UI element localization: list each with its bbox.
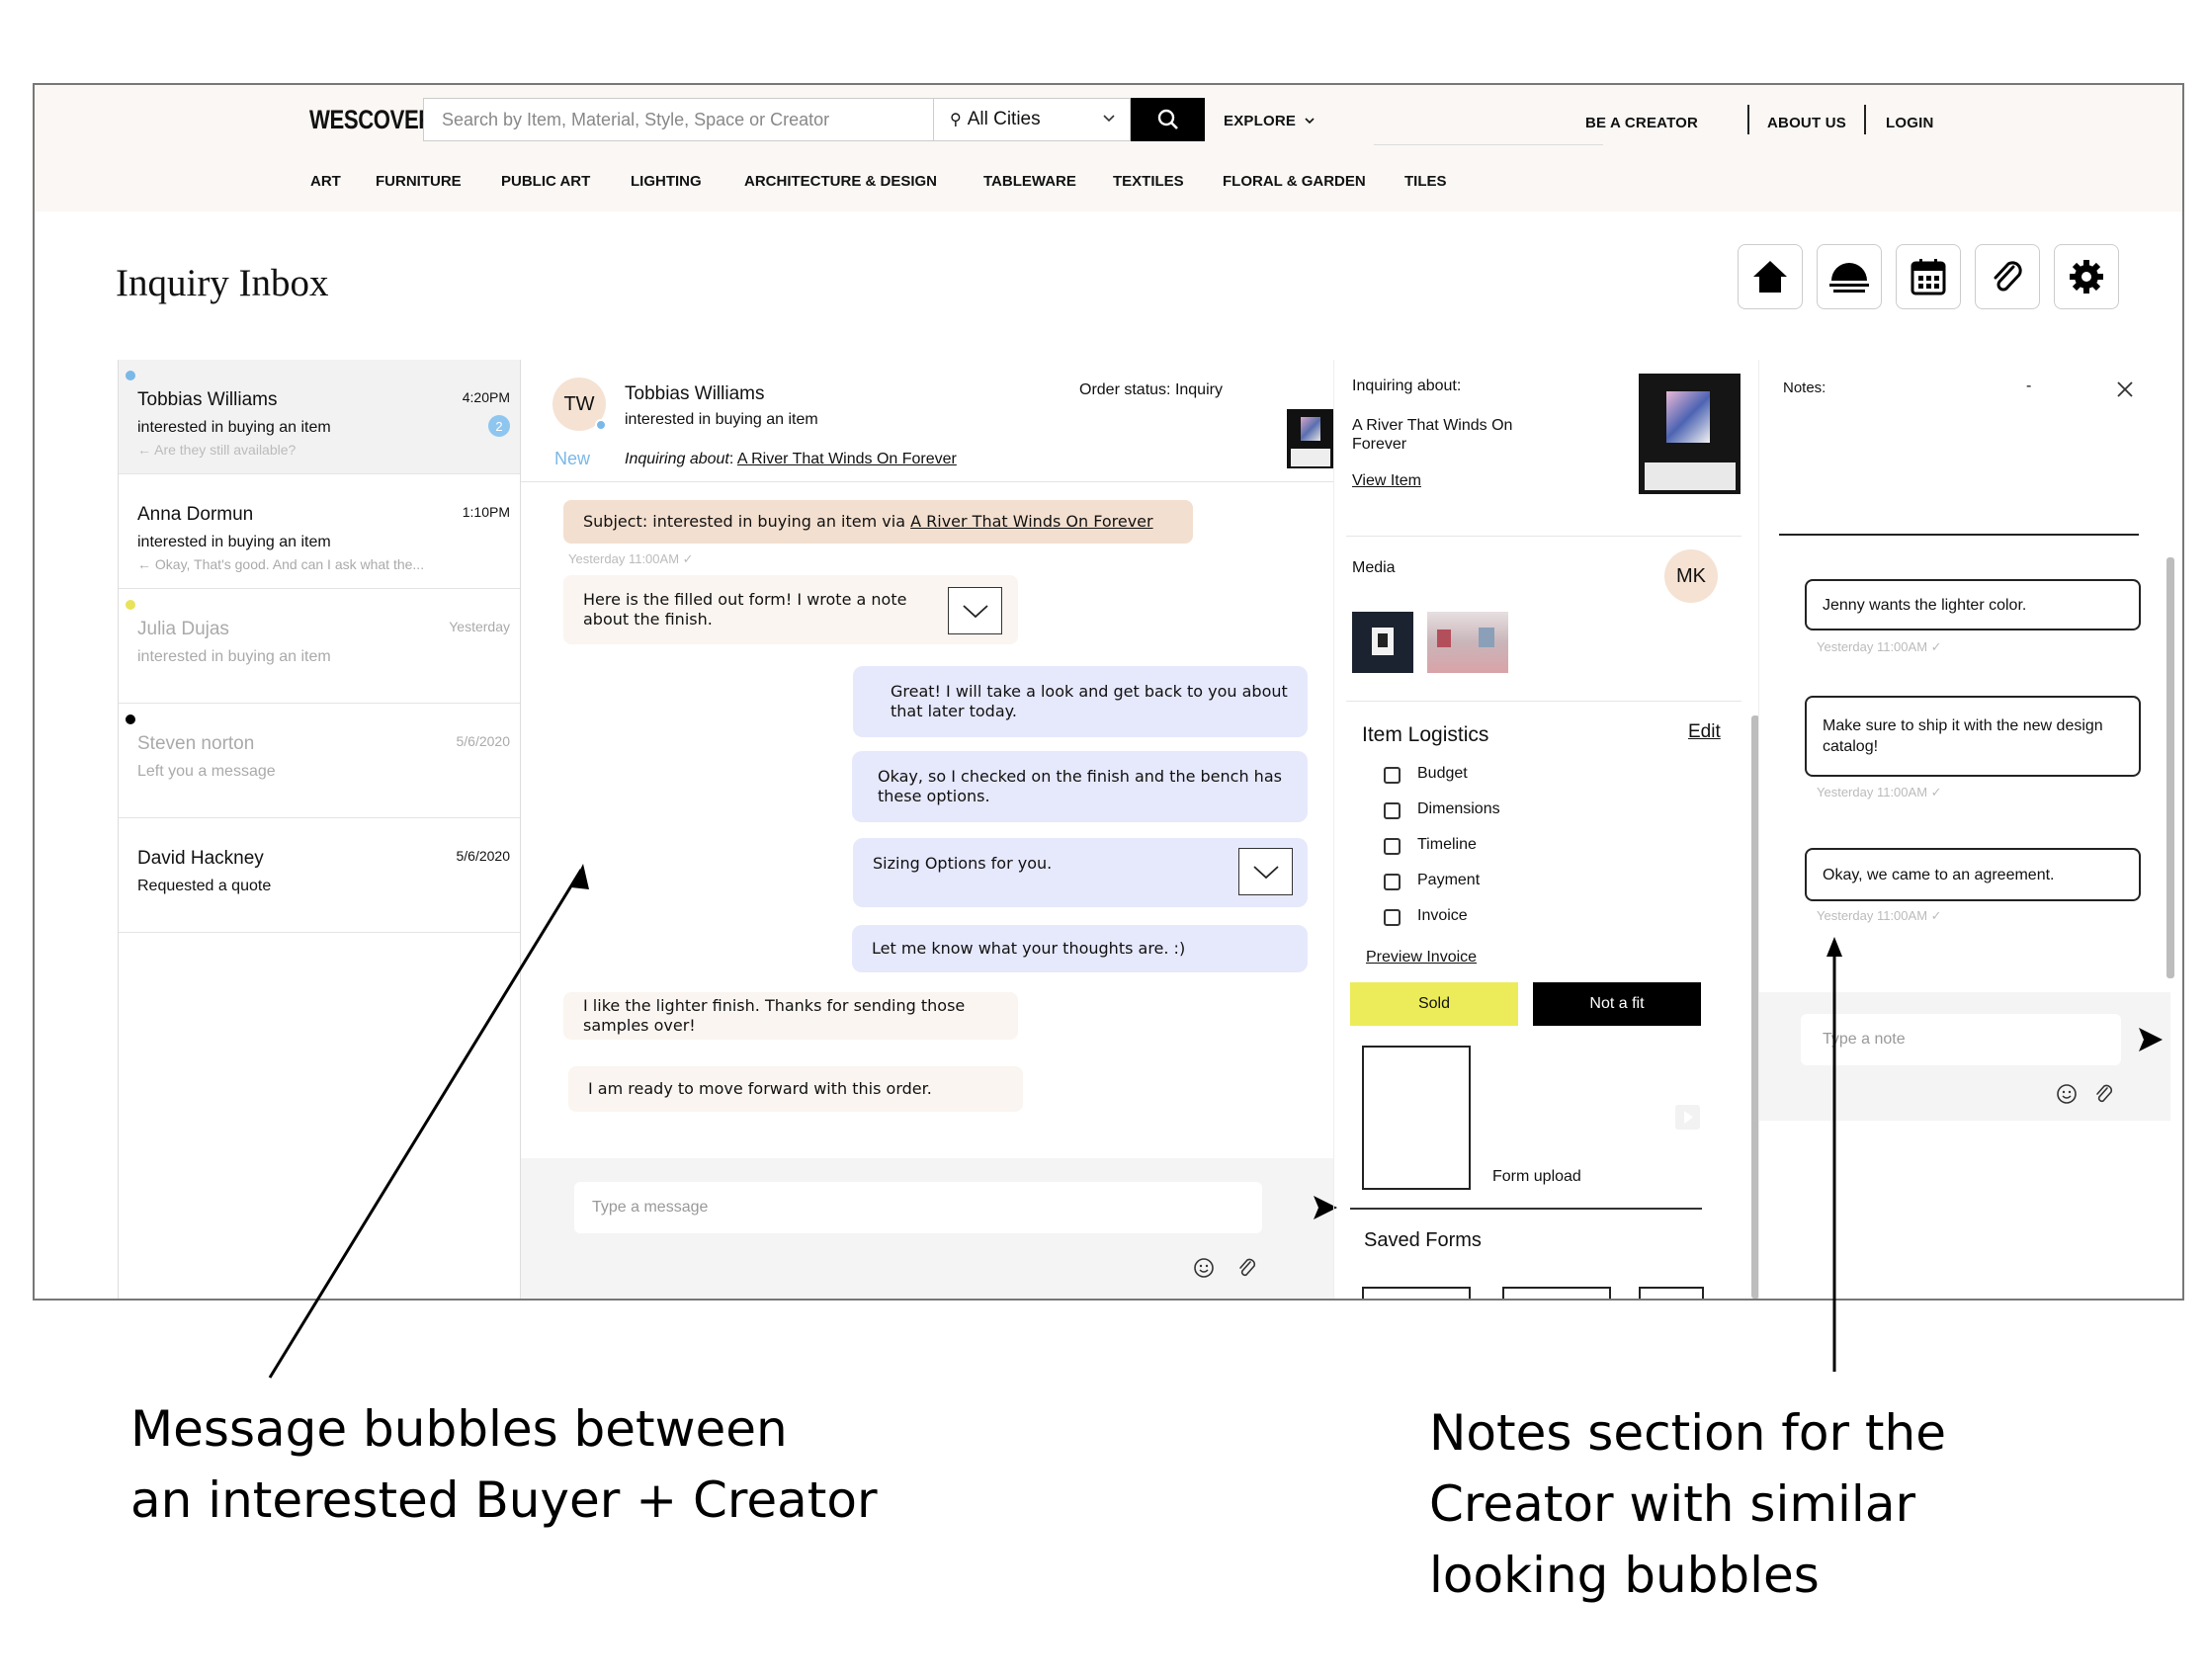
annotation-line: Notes section for the: [1429, 1404, 1946, 1462]
annotation-line: Message bubbles between: [130, 1400, 788, 1458]
arrow-head-icon: [1826, 937, 1842, 957]
annotation-line: looking bubbles: [1429, 1547, 1820, 1604]
annotation-right: Notes section for the Creator with simil…: [1429, 1397, 1946, 1611]
annotation-line: an interested Buyer + Creator: [130, 1471, 878, 1529]
annotation-line: Creator with similar: [1429, 1475, 1916, 1533]
annotation-left: Message bubbles between an interested Bu…: [130, 1393, 878, 1536]
arrow-head-icon: [571, 864, 589, 889]
